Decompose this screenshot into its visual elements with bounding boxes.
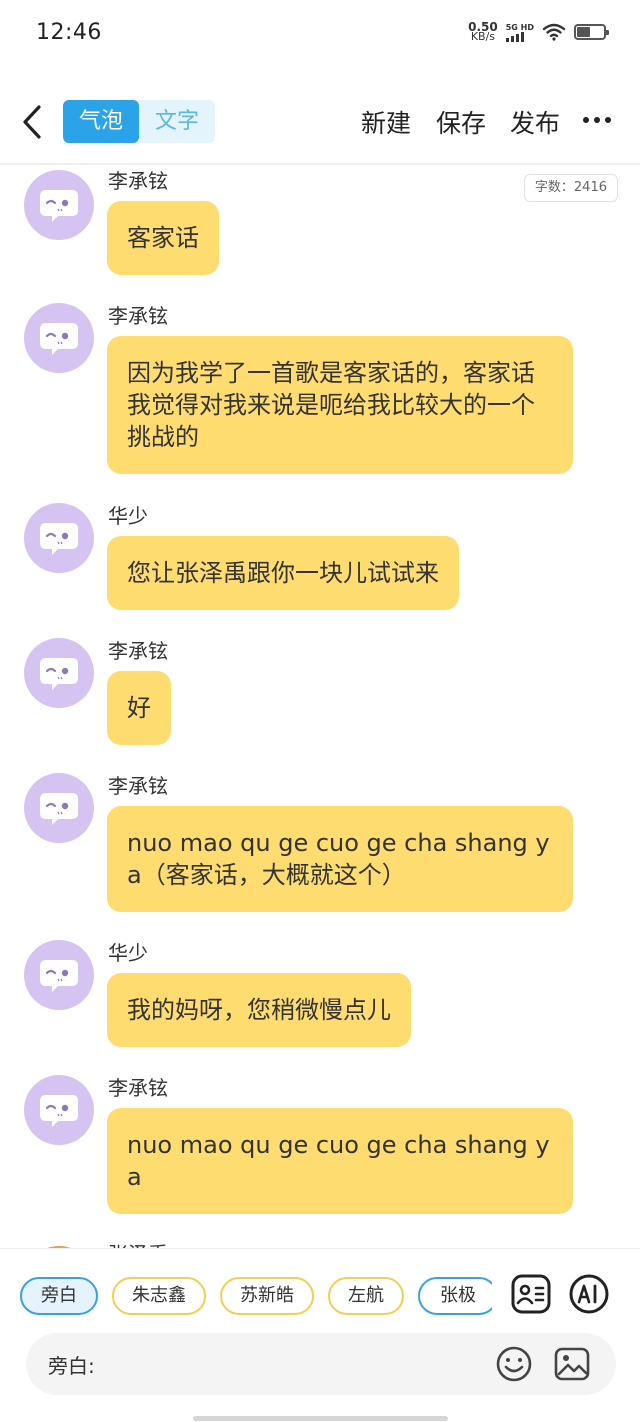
avatar[interactable] xyxy=(24,940,94,1010)
more-icon xyxy=(583,117,611,123)
emoji-button[interactable] xyxy=(494,1344,534,1384)
tab-text[interactable]: 文字 xyxy=(139,100,215,143)
chat-list[interactable]: 李承铉 客家话 李承铉 因为我学了一首歌是客家话的，客家话我觉得对我来说是呃给我… xyxy=(0,165,640,1248)
chip-character[interactable]: 朱志鑫 xyxy=(112,1277,206,1315)
ghost-face-icon xyxy=(40,960,78,992)
network-speed-unit: KB/s xyxy=(470,30,496,43)
home-indicator[interactable] xyxy=(193,1416,448,1421)
message-bubble[interactable]: 客家话 xyxy=(107,201,219,275)
message-bubble[interactable]: nuo mao qu ge cuo ge cha shang ya xyxy=(107,1108,573,1214)
mode-switch: 气泡 文字 xyxy=(63,100,215,143)
sender-name: 李承铉 xyxy=(108,169,168,193)
avatar[interactable] xyxy=(24,638,94,708)
ghost-face-icon xyxy=(40,1095,78,1127)
avatar[interactable] xyxy=(24,170,94,240)
status-time: 12:46 xyxy=(36,20,102,45)
character-manage-button[interactable] xyxy=(510,1273,552,1315)
ghost-face-icon xyxy=(40,658,78,690)
message-bubble[interactable]: 好 xyxy=(107,671,171,745)
message-bubble[interactable]: nuo mao qu ge cuo ge cha shang ya（客家话，大概… xyxy=(107,806,573,912)
avatar[interactable] xyxy=(24,503,94,573)
image-button[interactable] xyxy=(552,1344,592,1384)
more-button[interactable] xyxy=(582,100,612,140)
character-chips[interactable]: 旁白 朱志鑫 苏新皓 左航 张极 xyxy=(20,1277,492,1317)
save-button[interactable]: 保存 xyxy=(436,104,486,140)
back-button[interactable] xyxy=(14,100,54,144)
sender-name: 李承铉 xyxy=(108,304,168,328)
word-count-badge: 字数：2416 xyxy=(523,174,618,202)
top-nav: 气泡 文字 新建 保存 发布 xyxy=(0,92,640,152)
chip-character[interactable]: 苏新皓 xyxy=(220,1277,314,1315)
sender-name: 李承铉 xyxy=(108,1076,168,1100)
avatar[interactable] xyxy=(24,303,94,373)
ghost-face-icon xyxy=(40,523,78,555)
ghost-face-icon xyxy=(40,793,78,825)
message-bubble[interactable]: 因为我学了一首歌是客家话的，客家话我觉得对我来说是呃给我比较大的一个挑战的 xyxy=(107,336,573,474)
contact-card-icon xyxy=(511,1274,551,1314)
chip-narration[interactable]: 旁白 xyxy=(20,1277,98,1315)
signal-icon: 5G HD xyxy=(505,22,534,42)
battery-level xyxy=(577,27,590,37)
battery-icon xyxy=(574,24,609,40)
input-speaker-label: 旁白: xyxy=(48,1354,95,1378)
back-arrow-icon xyxy=(23,105,41,139)
network-speed: 0.50 KB/s xyxy=(468,21,498,43)
wifi-icon xyxy=(542,23,566,41)
message-bubble[interactable]: 我的妈呀，您稍微慢点儿 xyxy=(107,973,411,1047)
tab-bubble[interactable]: 气泡 xyxy=(63,100,139,143)
image-icon xyxy=(554,1347,590,1381)
ghost-face-icon xyxy=(40,323,78,355)
avatar[interactable] xyxy=(24,773,94,843)
emoji-icon xyxy=(496,1346,532,1382)
sender-name: 华少 xyxy=(108,504,148,528)
bottom-panel: 旁白 朱志鑫 苏新皓 左航 张极 旁白: xyxy=(0,1248,640,1422)
sender-name: 张泽禹 xyxy=(108,1238,168,1248)
ai-icon xyxy=(569,1274,609,1314)
new-button[interactable]: 新建 xyxy=(361,104,411,140)
status-icons: 0.50 KB/s 5G HD xyxy=(468,21,609,43)
chip-character[interactable]: 张极 xyxy=(418,1277,492,1315)
sender-name: 李承铉 xyxy=(108,639,168,663)
chip-character[interactable]: 左航 xyxy=(328,1277,404,1315)
ai-button[interactable] xyxy=(568,1273,610,1315)
status-bar: 12:46 0.50 KB/s 5G HD xyxy=(0,0,640,70)
message-bubble[interactable]: 您让张泽禹跟你一块儿试试来 xyxy=(107,536,459,610)
publish-button[interactable]: 发布 xyxy=(510,104,560,140)
message-input[interactable]: 旁白: xyxy=(26,1333,616,1395)
sender-name: 华少 xyxy=(108,941,148,965)
avatar[interactable] xyxy=(24,1075,94,1145)
signal-label: 5G HD xyxy=(505,22,534,32)
sender-name: 李承铉 xyxy=(108,774,168,798)
ghost-face-icon xyxy=(40,190,78,222)
